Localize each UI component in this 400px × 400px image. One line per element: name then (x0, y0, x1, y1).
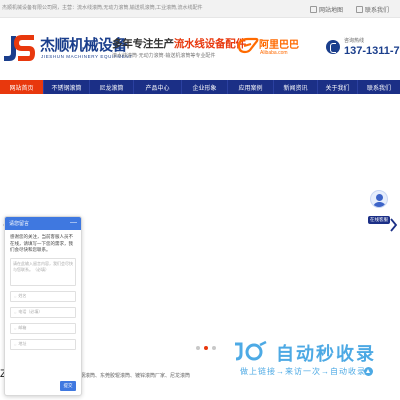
watermark-logo-icon (235, 340, 267, 361)
sitemap-link-label: 网站地图 (319, 7, 344, 14)
slogan-subtitle: 流水线滚筒·无动力滚筒·输送机滚筒等专业配件 (112, 53, 216, 59)
watermark-subtitle: 做上链接→来访一次→自动收录 (240, 367, 366, 376)
contact-top-link-label: 联系我们 (365, 7, 390, 14)
person-icon: ◌ (14, 293, 17, 299)
chat-title: 请您留言 (9, 221, 30, 227)
chat-header: 请您留言 — (5, 217, 81, 230)
hot-search-links[interactable]: 钢滚筒、东莞胶辊滚筒、镀锌滚筒厂家、尼龙滚筒 (80, 372, 190, 379)
phone-field[interactable]: ◌ 电话（必填） (10, 306, 76, 318)
nav-item-contact[interactable]: 联系我们 (358, 80, 400, 94)
js-logo-icon[interactable] (2, 34, 36, 64)
service-avatar-icon (370, 190, 388, 208)
name-field-placeholder: 姓名 (18, 293, 27, 298)
alibaba-logo-icon[interactable] (236, 36, 260, 54)
email-field-placeholder: 邮箱 (18, 325, 27, 330)
sitemap-icon (310, 5, 317, 13)
hotline-number[interactable]: 137-1311-717 (344, 45, 400, 57)
watermark-title: 自动秒收录 (276, 344, 376, 364)
name-field[interactable]: ◌ 姓名 (10, 290, 76, 302)
chat-offline-message: 感谢您的关注，当前客服人员不在线，请填写一下您的需求，我们会尽快和您联系。 (10, 234, 73, 252)
nav-item-products[interactable]: 产品中心 (134, 80, 182, 94)
nav-item-company-image[interactable]: 企业形象 (182, 80, 228, 94)
slider-dot-active[interactable] (204, 346, 208, 350)
auto-index-watermark: 自动秒收录 做上链接→来访一次→自动收录 (232, 336, 382, 384)
alibaba-name[interactable]: 阿里巴巴 (259, 36, 299, 51)
online-service-label: 在线客服 (368, 216, 390, 224)
address-field-placeholder: 地址 (18, 341, 27, 346)
address-field[interactable]: ◌ 地址 (10, 338, 76, 350)
slider-dot[interactable] (196, 346, 200, 350)
minimize-icon[interactable]: — (70, 219, 77, 226)
phone-field-placeholder: 电话（必填） (18, 309, 43, 314)
message-textarea[interactable]: 请在此输入留言内容，我们会尽快与您联系。（必填） (10, 257, 76, 286)
slogan: 多年专注生产流水线设备配件 (112, 36, 246, 51)
site-intro-text: 杰顺机械设备有限公司网，主营：流水线滚筒,无动力滚筒,输送机滚筒,工业滚筒,流水… (2, 5, 203, 11)
online-service-float[interactable]: 在线客服 (366, 190, 392, 226)
email-field[interactable]: ◌ 邮箱 (10, 322, 76, 334)
slider-dots (196, 346, 216, 350)
phone-field-icon: ◌ (14, 309, 17, 315)
nav-item-news[interactable]: 新闻资讯 (274, 80, 318, 94)
slider-dot[interactable] (212, 346, 216, 350)
nav-item-about[interactable]: 关于我们 (318, 80, 358, 94)
contact-icon (356, 5, 363, 13)
main-nav: 网站首页 不锈钢滚筒 尼龙滚筒 产品中心 企业形象 应用案例 新闻资讯 关于我们… (0, 80, 400, 94)
nav-item-home[interactable]: 网站首页 (0, 80, 44, 94)
nav-item-nylon-roller[interactable]: 尼龙滚筒 (90, 80, 134, 94)
email-field-icon: ◌ (14, 325, 17, 331)
hotline-label: 咨询热线 (344, 38, 365, 44)
page: 杰顺机械设备有限公司网，主营：流水线滚筒,无动力滚筒,输送机滚筒,工业滚筒,流水… (0, 0, 400, 400)
sitemap-link[interactable]: 网站地图 (310, 3, 343, 15)
top-bar: 杰顺机械设备有限公司网，主营：流水线滚筒,无动力滚筒,输送机滚筒,工业滚筒,流水… (0, 0, 400, 18)
site-header: 杰顺机械设备 JIESHUN MACHINERY EQUIPMENT 多年专注生… (0, 18, 400, 80)
arrow-up-icon (364, 367, 373, 376)
chat-body: 感谢您的关注，当前客服人员不在线，请填写一下您的需求，我们会尽快和您联系。 请在… (5, 230, 81, 354)
submit-button[interactable]: 提交 (60, 381, 76, 391)
contact-top-link[interactable]: 联系我们 (356, 3, 389, 15)
alibaba-name-en: Alibaba.com (260, 50, 288, 56)
nav-item-stainless-roller[interactable]: 不锈钢滚筒 (44, 80, 90, 94)
slogan-prefix: 多年专注生产 (112, 38, 174, 50)
nav-item-cases[interactable]: 应用案例 (228, 80, 274, 94)
address-field-icon: ◌ (14, 341, 17, 347)
phone-icon (326, 40, 340, 54)
leave-message-widget: 请您留言 — 感谢您的关注，当前客服人员不在线，请填写一下您的需求，我们会尽快和… (4, 216, 82, 396)
